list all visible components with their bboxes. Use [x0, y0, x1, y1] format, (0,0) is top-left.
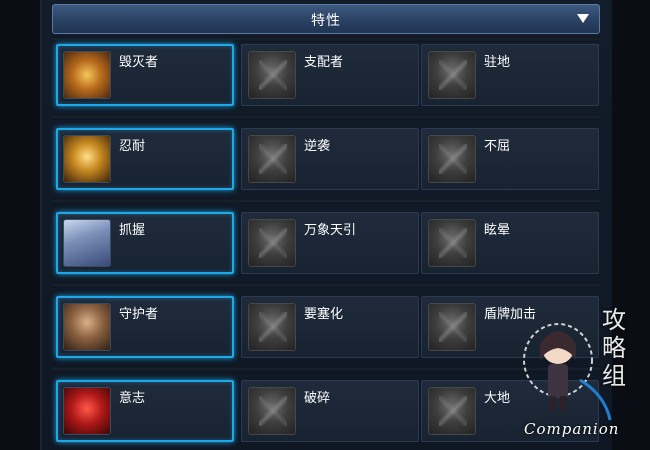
row-separator	[52, 114, 600, 120]
talent-label: 守护者	[119, 307, 159, 322]
destroyer-icon	[63, 51, 111, 99]
talent-label: 不屈	[484, 139, 511, 154]
talent-label: 忍耐	[119, 139, 146, 154]
talent-row-1: 毁灭者 支配者 驻地	[52, 44, 600, 108]
talent-label: 逆袭	[304, 139, 331, 154]
talent-slot-unyielding[interactable]: 不屈	[421, 128, 599, 190]
talent-label: 抓握	[119, 223, 146, 238]
talent-slot-fortify[interactable]: 要塞化	[241, 296, 419, 358]
guardian-icon	[63, 303, 111, 351]
row-separator	[52, 198, 600, 204]
talent-label: 意志	[119, 391, 146, 406]
companion-watermark: 攻略组 Companion	[510, 300, 645, 445]
garrison-icon	[428, 51, 476, 99]
earth-icon	[428, 387, 476, 435]
talent-label: 驻地	[484, 55, 511, 70]
panel-title: 特性	[311, 13, 341, 29]
grasp-icon	[63, 219, 111, 267]
talent-label: 眩晕	[484, 223, 511, 238]
dominator-icon	[248, 51, 296, 99]
dropdown-triangle-icon[interactable]	[577, 14, 589, 23]
unyielding-icon	[428, 135, 476, 183]
talent-label: 大地	[484, 391, 511, 406]
gravity-pull-icon	[248, 219, 296, 267]
watermark-text: Companion	[524, 420, 620, 438]
fortify-icon	[248, 303, 296, 351]
stun-icon	[428, 219, 476, 267]
talent-slot-destroyer[interactable]: 毁灭者	[56, 44, 234, 106]
watermark-chars: 攻略组	[602, 306, 626, 390]
shatter-icon	[248, 387, 296, 435]
talent-slot-gravity-pull[interactable]: 万象天引	[241, 212, 419, 274]
panel-header[interactable]: 特性	[52, 4, 600, 34]
talent-label: 万象天引	[304, 223, 357, 238]
row-separator	[52, 36, 600, 42]
talent-label: 要塞化	[304, 307, 344, 322]
talent-slot-dominator[interactable]: 支配者	[241, 44, 419, 106]
row-separator	[52, 282, 600, 288]
talent-label: 支配者	[304, 55, 344, 70]
talent-label: 毁灭者	[119, 55, 159, 70]
talent-slot-garrison[interactable]: 驻地	[421, 44, 599, 106]
talent-slot-will[interactable]: 意志	[56, 380, 234, 442]
talent-slot-guardian[interactable]: 守护者	[56, 296, 234, 358]
talent-label: 破碎	[304, 391, 331, 406]
will-icon	[63, 387, 111, 435]
counterattack-icon	[248, 135, 296, 183]
endure-icon	[63, 135, 111, 183]
talent-slot-counterattack[interactable]: 逆袭	[241, 128, 419, 190]
shield-bash-icon	[428, 303, 476, 351]
talent-row-2: 忍耐 逆袭 不屈	[52, 128, 600, 192]
talent-slot-shatter[interactable]: 破碎	[241, 380, 419, 442]
talent-row-3: 抓握 万象天引 眩晕	[52, 212, 600, 276]
talent-slot-endure[interactable]: 忍耐	[56, 128, 234, 190]
left-margin	[0, 0, 40, 450]
talent-slot-stun[interactable]: 眩晕	[421, 212, 599, 274]
talent-slot-grasp[interactable]: 抓握	[56, 212, 234, 274]
